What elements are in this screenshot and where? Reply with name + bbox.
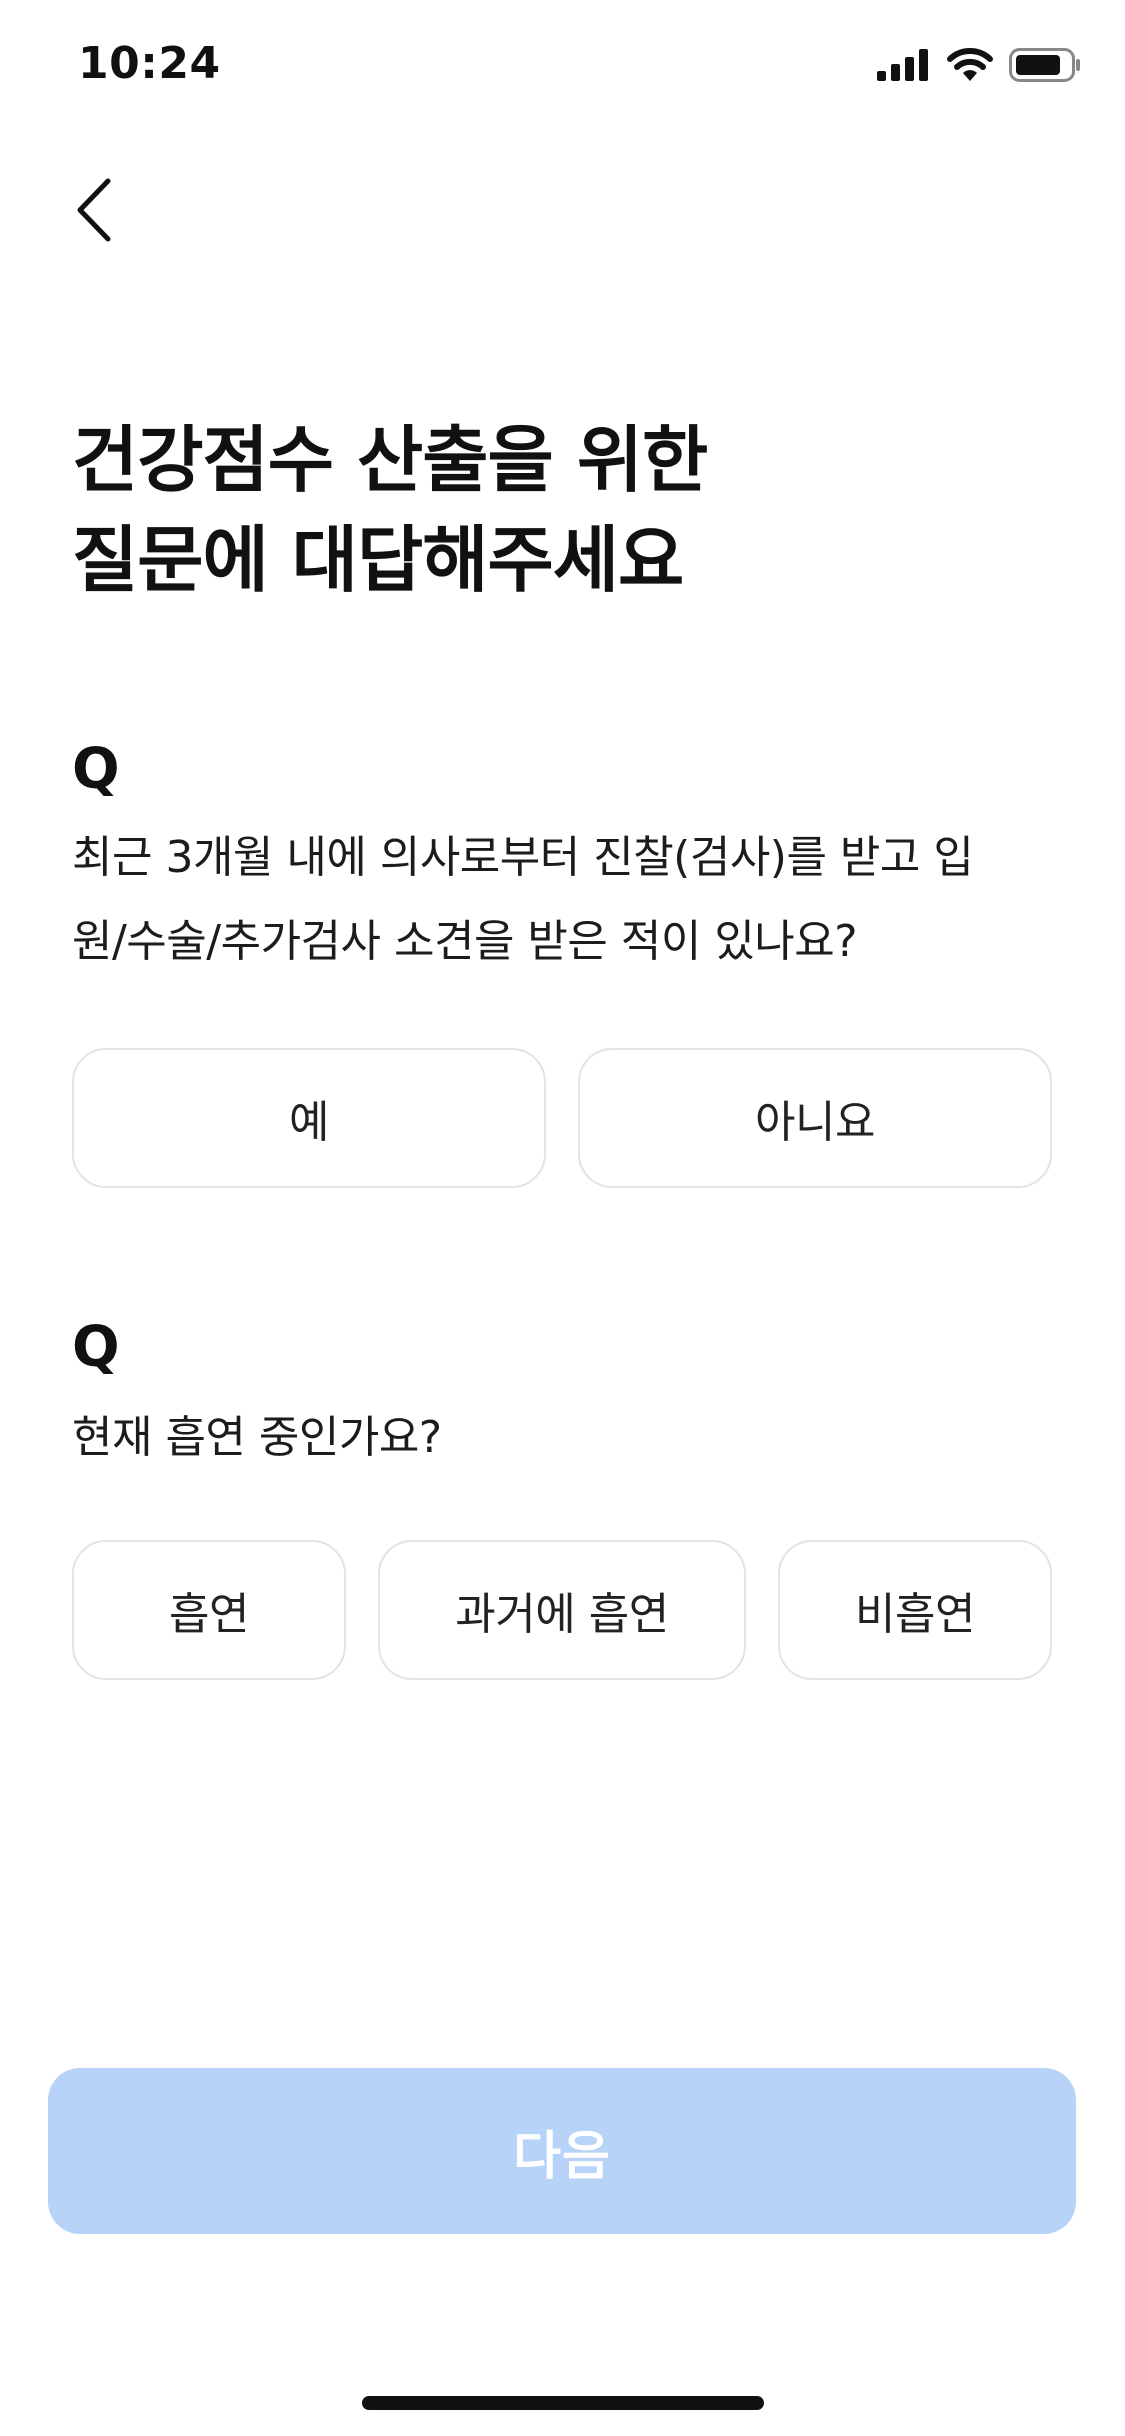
- option-yes-button[interactable]: 예: [72, 1048, 546, 1188]
- status-icons: [877, 48, 1081, 82]
- home-indicator[interactable]: [362, 2396, 764, 2410]
- option-no-button[interactable]: 아니요: [578, 1048, 1052, 1188]
- next-button[interactable]: 다음: [48, 2068, 1076, 2234]
- option-former-smoker-button[interactable]: 과거에 흡연: [378, 1540, 746, 1680]
- wifi-icon: [947, 48, 993, 82]
- status-time: 10:24: [78, 38, 221, 89]
- question-2-text: 현재 흡연 중인가요?: [72, 1396, 1062, 1480]
- battery-icon: [1009, 48, 1081, 82]
- question-1-text-line-2: 원/수술/추가검사 소견을 받은 적이 있나요?: [72, 916, 858, 967]
- question-1-text: 최근 3개월 내에 의사로부터 진찰(검사)를 받고 입 원/수술/추가검사 소…: [72, 816, 1062, 984]
- question-2-marker: Q: [72, 1315, 120, 1380]
- page-title-line-1: 건강점수 산출을 위한: [72, 418, 708, 502]
- back-button[interactable]: [62, 170, 126, 254]
- option-non-smoker-button[interactable]: 비흡연: [778, 1540, 1052, 1680]
- chevron-left-icon: [74, 177, 114, 247]
- status-bar: 10:24: [0, 0, 1125, 140]
- option-smoker-button[interactable]: 흡연: [72, 1540, 346, 1680]
- cellular-signal-icon: [877, 49, 931, 81]
- page-title: 건강점수 산출을 위한 질문에 대답해주세요: [72, 410, 1052, 610]
- question-1-text-line-1: 최근 3개월 내에 의사로부터 진찰(검사)를 받고 입: [72, 832, 974, 883]
- question-2-text-line-1: 현재 흡연 중인가요?: [72, 1412, 442, 1463]
- page-title-line-2: 질문에 대답해주세요: [72, 518, 684, 602]
- question-1-marker: Q: [72, 737, 120, 802]
